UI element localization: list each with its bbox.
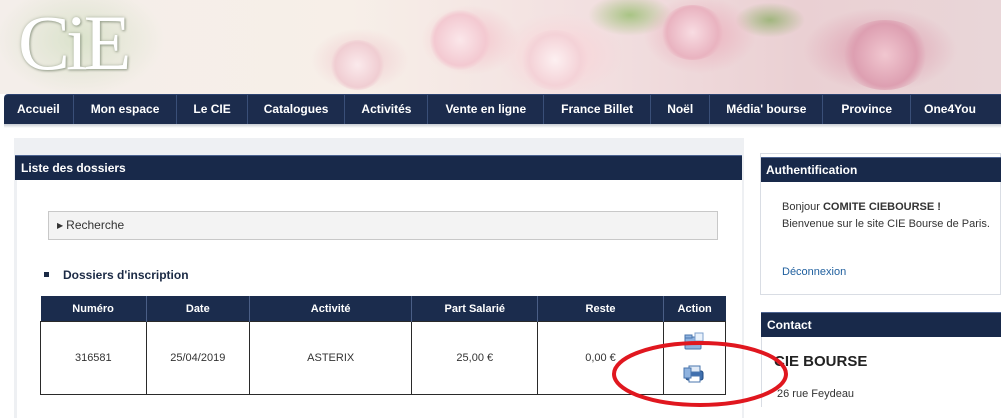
nav-item-province[interactable]: Province <box>823 95 912 124</box>
col-header-reste: Reste <box>537 296 664 322</box>
nav-item-mon-espace[interactable]: Mon espace <box>74 95 178 124</box>
nav-item-activites[interactable]: Activités <box>345 95 429 124</box>
section-title-text: Dossiers d'inscription <box>63 268 189 282</box>
registrations-table: Numéro Date Activité Part Salarié Reste … <box>40 296 727 395</box>
welcome-text: Bienvenue sur le site CIE Bourse de Pari… <box>782 218 990 230</box>
col-header-date: Date <box>146 296 250 322</box>
col-header-part-salarie: Part Salarié <box>411 296 539 322</box>
contact-title: Contact <box>761 312 1001 337</box>
cell-reste: 0,00 € <box>537 321 664 395</box>
logo-text: CiE <box>18 0 131 86</box>
table-row: 316581 25/04/2019 ASTERIX 25,00 € 0,00 € <box>40 321 727 395</box>
nav-item-france-billet[interactable]: France Billet <box>544 95 652 124</box>
contact-address: 26 rue Feydeau <box>777 388 855 400</box>
table-header-row: Numéro Date Activité Part Salarié Reste … <box>40 296 726 322</box>
site-logo[interactable]: CiE <box>18 0 131 94</box>
expand-arrow-icon: ▶ <box>57 221 64 230</box>
bullet-icon <box>44 272 49 277</box>
contact-name: CIE BOURSE <box>774 353 868 370</box>
print-icon[interactable] <box>683 364 705 384</box>
col-header-numero: Numéro <box>40 296 147 322</box>
cell-activite: ASTERIX <box>248 321 413 395</box>
auth-title: Authentification <box>761 157 1001 182</box>
cell-date: 25/04/2019 <box>145 321 250 395</box>
col-header-activite: Activité <box>249 296 413 322</box>
col-header-action: Action <box>663 296 726 322</box>
logout-link[interactable]: Déconnexion <box>782 266 846 278</box>
nav-item-one4you[interactable]: One4You <box>911 95 989 124</box>
search-toggle[interactable]: ▶ Recherche <box>48 211 718 240</box>
edit-folder-icon[interactable] <box>683 332 705 352</box>
user-name: COMITE CIEBOURSE ! <box>822 201 941 213</box>
nav-item-le-cie[interactable]: Le CIE <box>177 95 248 124</box>
main-navigation: Accueil Mon espace Le CIE Catalogues Act… <box>4 94 1001 124</box>
greeting-prefix: Bonjour <box>782 201 823 213</box>
auth-message: Bonjour COMITE CIEBOURSE ! Bienvenue sur… <box>782 199 992 233</box>
nav-item-accueil[interactable]: Accueil <box>4 95 74 124</box>
nav-item-media-bourse[interactable]: Média' bourse <box>710 95 824 124</box>
header-banner: CiE <box>0 0 1001 94</box>
panel-title: Liste des dossiers <box>15 155 742 180</box>
nav-shadow <box>4 124 1001 128</box>
cell-part-salarie: 25,00 € <box>411 321 539 395</box>
cell-numero: 316581 <box>40 321 147 395</box>
cell-actions <box>662 321 727 395</box>
section-title: Dossiers d'inscription <box>44 268 189 282</box>
search-label: Recherche <box>66 218 125 232</box>
nav-item-vente-en-ligne[interactable]: Vente en ligne <box>428 95 545 124</box>
nav-item-catalogues[interactable]: Catalogues <box>248 95 346 124</box>
nav-item-noel[interactable]: Noël <box>651 95 711 124</box>
